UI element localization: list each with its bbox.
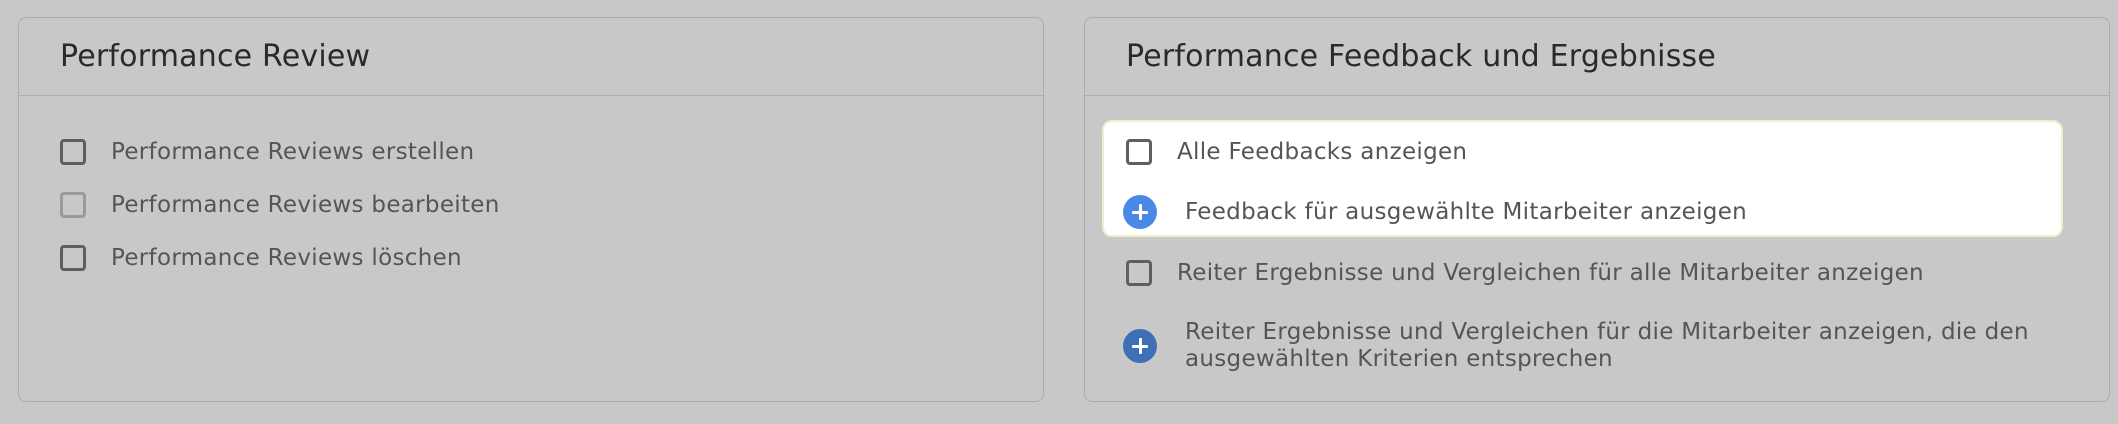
plus-circle-icon[interactable]: [1123, 329, 1157, 363]
permission-row-all-results[interactable]: Reiter Ergebnisse und Vergleichen für al…: [1126, 255, 1924, 291]
plus-circle-icon[interactable]: [1123, 195, 1157, 229]
permission-row-criteria-results[interactable]: Reiter Ergebnisse und Vergleichen für di…: [1123, 316, 2029, 376]
delete-reviews-checkbox[interactable]: [60, 245, 86, 271]
all-feedbacks-checkbox[interactable]: [1126, 139, 1152, 165]
performance-feedback-panel: Performance Feedback und Ergebnisse Alle…: [1084, 17, 2110, 402]
panel-header: Performance Review: [19, 18, 1043, 96]
permission-row-delete[interactable]: Performance Reviews löschen: [60, 240, 462, 276]
permission-row-edit[interactable]: Performance Reviews bearbeiten: [60, 187, 500, 223]
criteria-results-label: Reiter Ergebnisse und Vergleichen für di…: [1185, 319, 2029, 373]
criteria-results-label-line1: Reiter Ergebnisse und Vergleichen für di…: [1185, 319, 2029, 345]
permission-row-selected-feedback[interactable]: Feedback für ausgewählte Mitarbeiter anz…: [1123, 194, 1747, 230]
edit-reviews-label: Performance Reviews bearbeiten: [111, 192, 500, 218]
panel-title: Performance Review: [60, 39, 371, 74]
criteria-results-label-line2: ausgewählten Kriterien entsprechen: [1185, 346, 1613, 372]
all-results-label: Reiter Ergebnisse und Vergleichen für al…: [1177, 260, 1924, 286]
permission-row-all-feedbacks[interactable]: Alle Feedbacks anzeigen: [1126, 134, 1467, 170]
panel-header: Performance Feedback und Ergebnisse: [1085, 18, 2109, 96]
edit-reviews-checkbox[interactable]: [60, 192, 86, 218]
performance-review-panel: Performance Review Performance Reviews e…: [18, 17, 1044, 402]
selected-feedback-label: Feedback für ausgewählte Mitarbeiter anz…: [1185, 199, 1748, 225]
panel-title: Performance Feedback und Ergebnisse: [1126, 39, 1717, 74]
delete-reviews-label: Performance Reviews löschen: [111, 245, 462, 271]
create-reviews-checkbox[interactable]: [60, 139, 86, 165]
all-results-checkbox[interactable]: [1126, 260, 1152, 286]
all-feedbacks-label: Alle Feedbacks anzeigen: [1177, 139, 1468, 165]
create-reviews-label: Performance Reviews erstellen: [111, 139, 475, 165]
permission-row-create[interactable]: Performance Reviews erstellen: [60, 134, 474, 170]
